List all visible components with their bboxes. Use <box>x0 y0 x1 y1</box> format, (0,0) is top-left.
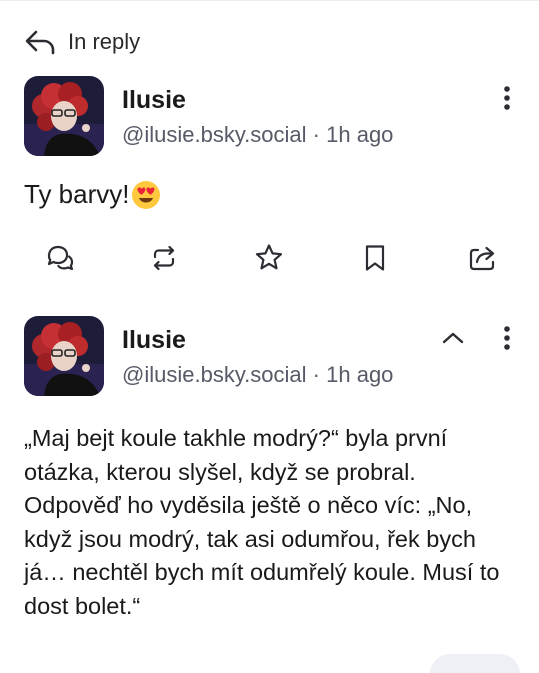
favorite-button[interactable] <box>251 240 287 276</box>
thread-view: In reply Ilusie @ilusie.bsky.social · 1h… <box>0 0 539 673</box>
meta-separator: · <box>312 362 320 387</box>
heart-eyes-emoji-icon <box>132 180 161 209</box>
author-handle[interactable]: @ilusie.bsky.social <box>122 362 307 387</box>
author-handle[interactable]: @ilusie.bsky.social <box>122 122 307 147</box>
author-meta: @ilusie.bsky.social · 1h ago <box>122 362 393 388</box>
chevron-up-icon <box>442 332 464 344</box>
share-button[interactable] <box>464 240 500 276</box>
reply-button[interactable] <box>42 240 78 276</box>
post-time: 1h ago <box>326 122 394 147</box>
author-name[interactable]: Ilusie <box>122 326 186 355</box>
post-text-content: Ty barvy! <box>24 179 130 209</box>
post-text: Ty barvy! <box>24 179 161 210</box>
reply-icon <box>47 245 74 271</box>
back-arrow-icon[interactable] <box>24 28 56 56</box>
bookmark-button[interactable] <box>357 240 393 276</box>
repost-icon <box>153 245 175 271</box>
author-name[interactable]: Ilusie <box>122 86 186 115</box>
floating-action-button[interactable] <box>430 654 520 673</box>
collapse-button[interactable] <box>438 324 468 352</box>
post-paragraph: „Maj bejt koule takhle modrý?“ byla prvn… <box>24 425 448 485</box>
meta-separator: · <box>312 122 320 147</box>
avatar[interactable] <box>24 76 104 156</box>
post-paragraph: Odpověď ho vyděsila ještě o něco víc: „N… <box>24 492 500 619</box>
star-icon <box>255 244 283 270</box>
bookmark-icon <box>365 245 385 271</box>
post-actions <box>0 240 539 280</box>
share-icon <box>469 246 495 271</box>
post-menu-button[interactable] <box>494 324 520 352</box>
post-text: „Maj bejt koule takhle modrý?“ byla prvn… <box>24 422 524 623</box>
repost-button[interactable] <box>146 240 182 276</box>
post-time: 1h ago <box>326 362 394 387</box>
in-reply-header[interactable]: In reply <box>24 26 140 58</box>
author-meta: @ilusie.bsky.social · 1h ago <box>122 122 393 148</box>
avatar[interactable] <box>24 316 104 396</box>
in-reply-label: In reply <box>68 29 141 54</box>
more-vertical-icon <box>504 86 510 110</box>
more-vertical-icon <box>504 326 510 350</box>
post-menu-button[interactable] <box>494 84 520 112</box>
top-divider <box>0 0 539 1</box>
